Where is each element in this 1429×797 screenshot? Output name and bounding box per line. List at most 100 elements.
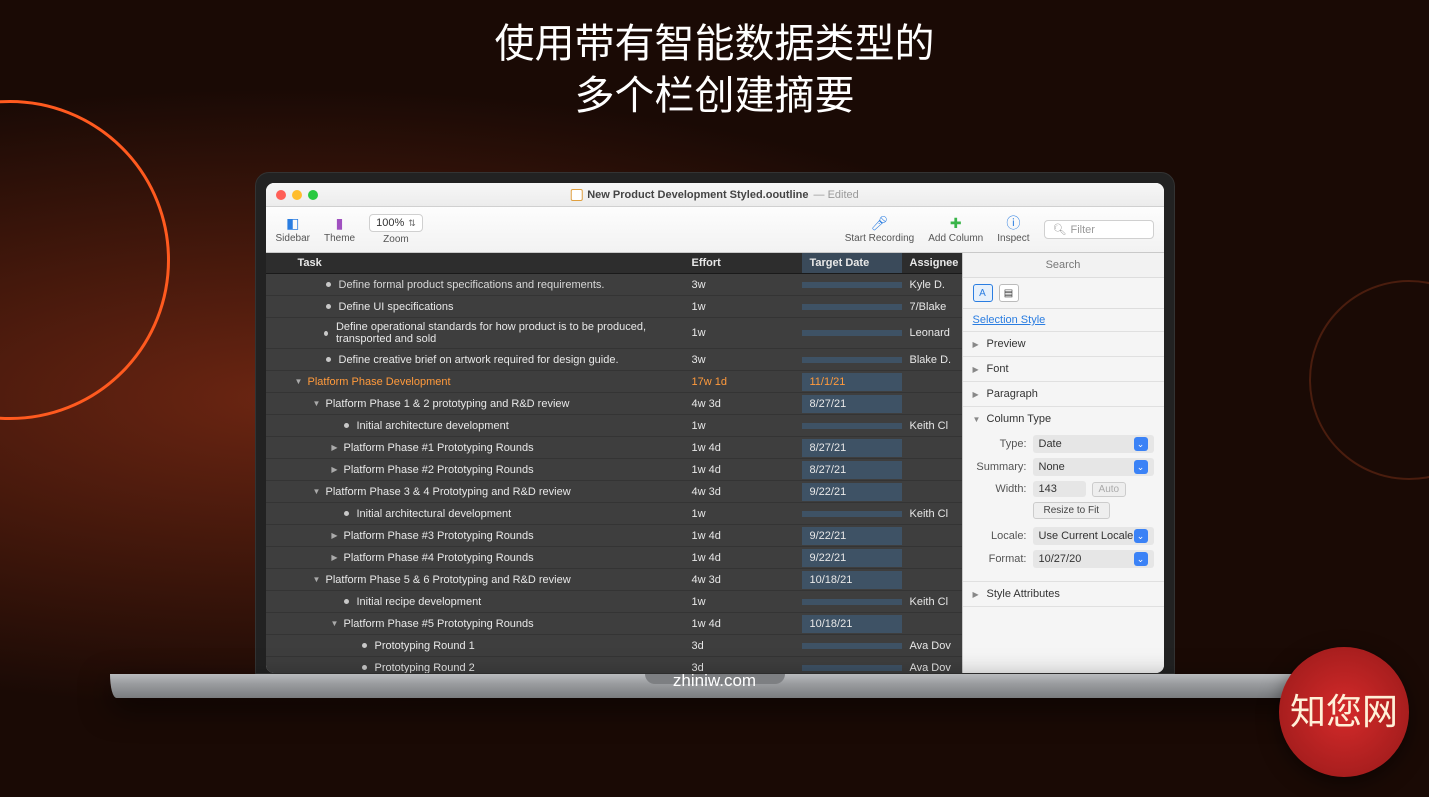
task-text: Initial architectural development [357,508,512,520]
outline-row[interactable]: ▶Platform Phase #2 Prototyping Rounds1w … [266,459,962,481]
task-text: Platform Phase #3 Prototyping Rounds [344,530,534,542]
zoom-button[interactable] [308,190,318,200]
assignee-cell [902,445,962,451]
chevron-right-icon: ▶ [973,365,981,374]
chevron-down-icon[interactable]: ▼ [312,487,322,496]
target-date-cell: 9/22/21 [802,527,902,545]
headline-line1: 使用带有智能数据类型的 [495,18,935,70]
target-date-cell [802,511,902,517]
selection-style-link[interactable]: Selection Style [963,309,1164,332]
section-column-type[interactable]: ▼Column Type [963,407,1164,431]
resize-to-fit-button[interactable]: Resize to Fit [1033,502,1111,519]
chevron-right-icon[interactable]: ▶ [330,531,340,540]
filter-placeholder: Filter [1070,224,1094,236]
search-icon: 🔍︎ [1053,223,1067,236]
bullet-icon [326,304,331,309]
outline-row[interactable]: Initial architectural development 1w Keith… [266,503,962,525]
task-text: Platform Phase #5 Prototyping Rounds [344,618,534,630]
assignee-cell [902,533,962,539]
effort-cell: 1w 4d [684,615,802,633]
task-text: Prototyping Round 2 [375,662,475,674]
chevron-down-icon[interactable]: ▼ [294,377,304,386]
outline-row[interactable]: Prototyping Round 13dAva Dov [266,635,962,657]
type-select[interactable]: Date⌄ [1033,435,1154,453]
outline-row[interactable]: Define formal product specifications and… [266,274,962,296]
outline-row[interactable]: ▶Platform Phase #3 Prototyping Rounds1w … [266,525,962,547]
effort-cell: 1w [684,298,802,316]
inspector-tab-document[interactable]: ▤ [999,284,1019,302]
section-font[interactable]: ▶Font [963,357,1164,381]
effort-cell: 3w [684,276,802,294]
outline-row[interactable]: Prototyping Round 23dAva Dov [266,657,962,673]
inspector-tab-style[interactable]: A [973,284,993,302]
outline-view[interactable]: Task Effort Target Date Assignee Define … [266,253,962,673]
section-preview[interactable]: ▶Preview [963,332,1164,356]
inspector-panel: Search A ▤ Selection Style ▶Preview ▶Fon… [962,253,1164,673]
auto-button[interactable]: Auto [1092,482,1127,497]
task-text: Define creative brief on artwork require… [339,354,619,366]
bullet-icon [326,282,331,287]
zoom-control[interactable]: 100% ⇅ Zoom [369,214,423,245]
assignee-cell: Keith Cl [902,593,962,611]
assignee-cell: Keith Cl [902,417,962,435]
zoom-value: 100% [376,217,404,229]
chevron-down-icon[interactable]: ▼ [330,619,340,628]
task-text: Define operational standards for how pro… [336,321,680,345]
outline-row[interactable]: Define creative brief on artwork require… [266,349,962,371]
format-select[interactable]: 10/27/20⌄ [1033,550,1154,568]
outline-row[interactable]: ▼ Platform Phase #5 Prototyping Rounds 1w … [266,613,962,635]
outline-row[interactable]: ▶Platform Phase #4 Prototyping Rounds1w … [266,547,962,569]
target-date-cell [802,665,902,671]
outline-row[interactable]: Initial architecture development1wKeith … [266,415,962,437]
filter-input[interactable]: 🔍︎ Filter [1044,220,1154,239]
window-title: New Product Development Styled.ooutline [587,189,808,201]
locale-select[interactable]: Use Current Locale⌄ [1033,527,1154,545]
locale-label: Locale: [973,530,1027,542]
effort-cell: 3d [684,637,802,655]
section-style-attributes[interactable]: ▶Style Attributes [963,582,1164,606]
chevron-right-icon[interactable]: ▶ [330,443,340,452]
chevron-down-icon[interactable]: ▼ [312,575,322,584]
outline-row[interactable]: ▼ Platform Phase 3 & 4 Prototyping and R&… [266,481,962,503]
outline-row[interactable]: Initial recipe development1wKeith Cl [266,591,962,613]
target-date-cell [802,330,902,336]
outline-row[interactable]: ▼Platform Phase 5 & 6 Prototyping and R&… [266,569,962,591]
target-date-cell: 9/22/21 [802,483,902,501]
outline-row[interactable]: ▼ Platform Phase 1 & 2 prototyping and R&… [266,393,962,415]
header-effort[interactable]: Effort [684,253,802,273]
task-text: Platform Phase 1 & 2 prototyping and R&D… [326,398,570,410]
assignee-cell: 7/Blake [902,298,962,316]
header-task[interactable]: Task [266,253,684,273]
header-target-date[interactable]: Target Date [802,253,902,273]
outline-row[interactable]: ▶Platform Phase #1 Prototyping Rounds1w … [266,437,962,459]
chevron-down-icon[interactable]: ▼ [312,399,322,408]
theme-button[interactable]: ▮ Theme [324,215,355,244]
inspect-label: Inspect [997,233,1029,244]
chevron-right-icon[interactable]: ▶ [330,553,340,562]
section-paragraph[interactable]: ▶Paragraph [963,382,1164,406]
target-date-cell: 8/27/21 [802,439,902,457]
task-text: Platform Phase 3 & 4 Prototyping and R&D… [326,486,571,498]
effort-cell: 1w [684,505,802,523]
outline-row[interactable]: Define operational standards for how pro… [266,318,962,349]
outline-row[interactable]: Define UI specifications1w7/Blake [266,296,962,318]
plus-icon: ✚ [947,215,965,231]
sidebar-button[interactable]: ◧ Sidebar [276,215,310,244]
header-assignee[interactable]: Assignee [902,253,962,273]
add-column-button[interactable]: ✚ Add Column [928,215,983,244]
start-recording-button[interactable]: 🎤︎ Start Recording [845,215,914,244]
task-text: Prototyping Round 1 [375,640,475,652]
bullet-icon [362,643,367,648]
close-button[interactable] [276,190,286,200]
inspect-button[interactable]: ⓘ Inspect [997,215,1029,244]
assignee-cell [902,379,962,385]
target-date-cell: 11/1/21 [802,373,902,391]
assignee-cell: Keith Cl [902,505,962,523]
target-date-cell: 8/27/21 [802,395,902,413]
outline-row[interactable]: ▼Platform Phase Development17w 1d11/1/21 [266,371,962,393]
info-icon: ⓘ [1004,215,1022,231]
chevron-right-icon[interactable]: ▶ [330,465,340,474]
minimize-button[interactable] [292,190,302,200]
summary-select[interactable]: None⌄ [1033,458,1154,476]
width-input[interactable]: 143 [1033,481,1086,497]
